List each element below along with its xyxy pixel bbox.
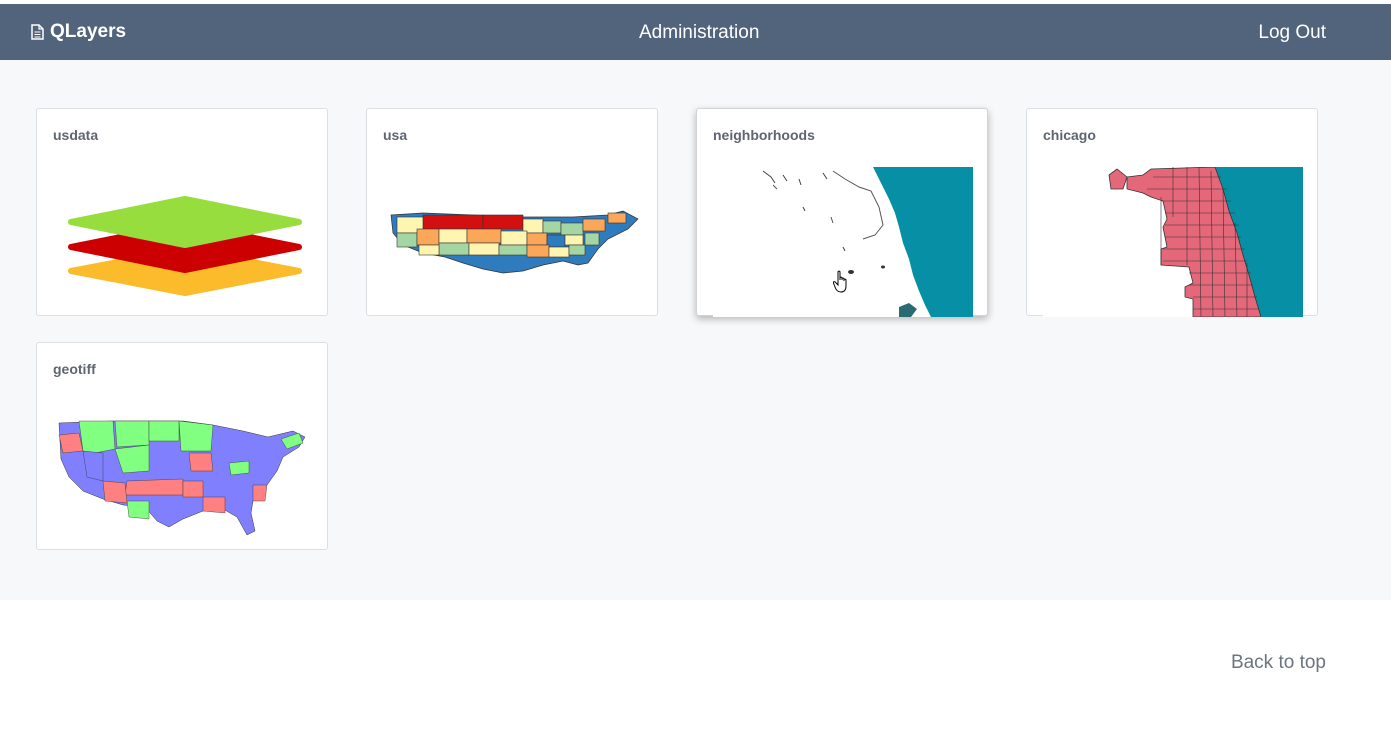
back-to-top-link[interactable]: Back to top — [1231, 652, 1326, 674]
card-title: chicago — [1043, 127, 1096, 143]
project-card-usdata[interactable]: usdata — [36, 108, 328, 316]
usa-states-map — [383, 167, 643, 317]
navbar: QLayers Administration Log Out — [0, 4, 1391, 60]
document-icon — [31, 24, 44, 40]
usa-geotiff-map — [53, 401, 313, 551]
brand-label: QLayers — [50, 21, 127, 42]
brand-link[interactable]: QLayers — [31, 21, 126, 43]
nav-logout-link[interactable]: Log Out — [1258, 22, 1326, 44]
project-card-usa[interactable]: usa — [366, 108, 658, 316]
nav-administration-link[interactable]: Administration — [639, 22, 759, 44]
hand-pointer-icon — [833, 270, 847, 293]
chicago-neighborhoods-map — [1043, 167, 1303, 317]
card-title: usdata — [53, 127, 99, 143]
card-title: neighborhoods — [713, 127, 815, 143]
project-card-geotiff[interactable]: geotiff — [36, 342, 328, 550]
card-title: usa — [383, 127, 408, 143]
card-title: geotiff — [53, 361, 96, 377]
chicago-shoreline-map — [713, 167, 973, 317]
project-card-chicago[interactable]: chicago — [1026, 108, 1318, 317]
layers-stack-icon — [53, 167, 313, 317]
